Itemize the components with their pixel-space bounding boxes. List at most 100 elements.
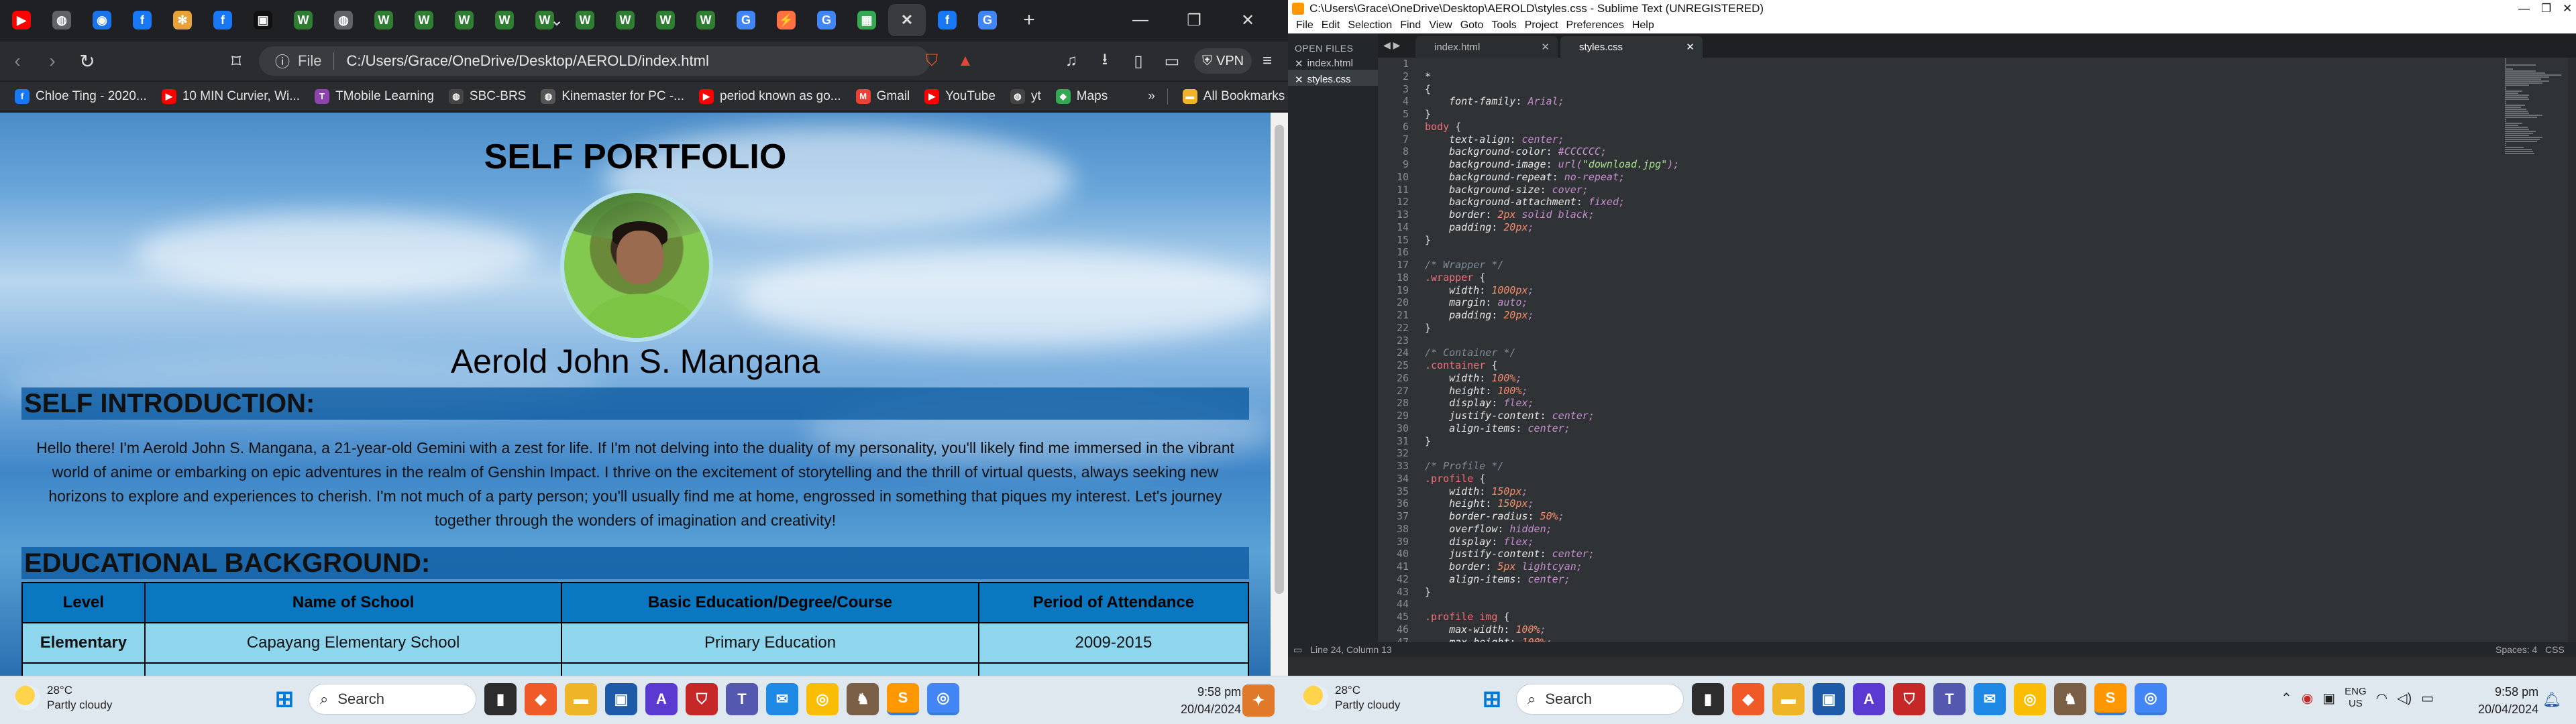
minimize-button[interactable]: —: [2518, 2, 2530, 15]
menu-item[interactable]: Edit: [1322, 19, 1340, 32]
bookmark-item[interactable]: ▶ period known as go...: [699, 88, 841, 104]
close-icon[interactable]: ✕: [1686, 41, 1695, 53]
code-line[interactable]: display: flex;: [1425, 536, 2230, 548]
code-line[interactable]: align-items: center;: [1425, 573, 2230, 586]
code-line[interactable]: background-repeat: no-repeat;: [1425, 171, 2230, 184]
code-line[interactable]: background-image: url("download.jpg");: [1425, 158, 2230, 171]
menu-item[interactable]: Project: [1525, 19, 1558, 32]
browser-tab[interactable]: ◍: [325, 4, 362, 36]
code-editor[interactable]: 1 2 3 4 5 6 7 8 9 10 11 12 13 14 15 16 17 18 19 20 21 22 23 24 2…: [1378, 58, 2576, 660]
code-line[interactable]: border: 2px solid black;: [1425, 208, 2230, 221]
chevron-up-icon[interactable]: ⌃: [2281, 690, 2292, 707]
brave-rewards-icon[interactable]: ▲: [951, 47, 979, 75]
wifi-icon[interactable]: ◠: [2376, 690, 2387, 707]
language-indicator[interactable]: ENG US: [2345, 686, 2367, 710]
code-line[interactable]: [1425, 447, 2230, 460]
code-line[interactable]: padding: 20px;: [1425, 221, 2230, 234]
restore-button[interactable]: ❐: [1167, 0, 1221, 40]
shield-app-icon[interactable]: ⛉: [1893, 683, 1925, 715]
brave-icon[interactable]: ◆: [525, 683, 557, 715]
mail-icon[interactable]: ✉: [1974, 683, 2006, 715]
minimap[interactable]: [2505, 58, 2565, 259]
code-line[interactable]: {: [1425, 83, 2230, 96]
page-scrollbar[interactable]: [1271, 113, 1288, 676]
code-line[interactable]: background-color: #CCCCCC;: [1425, 145, 2230, 158]
browser-tab[interactable]: f: [928, 4, 966, 36]
code-line[interactable]: padding: 20px;: [1425, 309, 2230, 322]
syntax-mode[interactable]: CSS: [2545, 644, 2565, 655]
browser-tab[interactable]: W: [486, 4, 523, 36]
file-explorer-icon[interactable]: ▬: [1772, 683, 1805, 715]
browser-tab[interactable]: ◍: [43, 4, 80, 36]
code-line[interactable]: .container {: [1425, 359, 2230, 372]
bookmark-item[interactable]: T TMobile Learning: [315, 88, 434, 104]
bookmark-item[interactable]: f Chloe Ting - 2020...: [15, 88, 147, 104]
sidebar-file-styles[interactable]: ✕ styles.css: [1288, 70, 1378, 86]
all-bookmarks-button[interactable]: ▬ All Bookmarks: [1182, 88, 1285, 104]
browser-tab[interactable]: W: [445, 4, 483, 36]
minimize-button[interactable]: —: [1114, 0, 1167, 40]
tab-styles-css[interactable]: styles.css ✕: [1560, 36, 1703, 58]
bookmark-item[interactable]: M Gmail: [855, 88, 910, 104]
code-line[interactable]: align-items: center;: [1425, 422, 2230, 435]
clock[interactable]: 9:58 pm 20/04/2024: [2478, 683, 2538, 718]
scrollbar-thumb[interactable]: [1275, 125, 1284, 594]
code-line[interactable]: justify-content: center;: [1425, 548, 2230, 560]
code-line[interactable]: .wrapper {: [1425, 272, 2230, 284]
volume-icon[interactable]: ◁): [2397, 690, 2412, 707]
code-line[interactable]: width: 100%;: [1425, 372, 2230, 385]
code-line[interactable]: }: [1425, 234, 2230, 247]
close-icon[interactable]: ✕: [1295, 58, 1303, 70]
close-button[interactable]: ✕: [2563, 2, 2572, 15]
code-line[interactable]: }: [1425, 586, 2230, 599]
code-line[interactable]: margin: auto;: [1425, 296, 2230, 309]
browser-tab[interactable]: W: [405, 4, 443, 36]
code-line[interactable]: width: 1000px;: [1425, 284, 2230, 297]
start-icon[interactable]: ⊞: [1476, 683, 1508, 715]
code-line[interactable]: max-width: 100%;: [1425, 623, 2230, 636]
vpn-button[interactable]: ⛨ VPN: [1194, 48, 1252, 74]
code-line[interactable]: justify-content: center;: [1425, 410, 2230, 422]
code-line[interactable]: }: [1425, 322, 2230, 335]
copilot-icon[interactable]: ✦: [1242, 684, 1275, 717]
browser-tab[interactable]: W: [687, 4, 724, 36]
browser-tab[interactable]: G: [727, 4, 765, 36]
browser-tab[interactable]: f: [204, 4, 241, 36]
menu-item[interactable]: Tools: [1491, 19, 1516, 32]
sublime-icon[interactable]: S: [887, 683, 919, 715]
info-icon[interactable]: ⓘ: [275, 50, 290, 72]
task-view-icon[interactable]: ▮: [484, 683, 517, 715]
panel-icon[interactable]: ▭: [1293, 644, 1302, 656]
code-line[interactable]: body {: [1425, 121, 2230, 133]
clock[interactable]: 9:58 pm 20/04/2024: [1181, 683, 1241, 718]
antivirus-icon[interactable]: ◉: [2302, 690, 2313, 707]
browser-tab[interactable]: G: [808, 4, 845, 36]
browser-tab[interactable]: W: [284, 4, 322, 36]
weather-widget[interactable]: 28°C Partly cloudy: [1303, 683, 1400, 713]
forward-icon[interactable]: ›: [35, 44, 70, 78]
brave-icon[interactable]: ◆: [1732, 683, 1764, 715]
browser-tab[interactable]: ▶: [3, 4, 40, 36]
start-icon[interactable]: ⊞: [268, 683, 301, 715]
new-tab-button[interactable]: +: [1013, 4, 1045, 36]
browser-tab[interactable]: W: [647, 4, 684, 36]
editor-scrollbar[interactable]: [2568, 58, 2576, 642]
battery-icon[interactable]: ▭: [2421, 690, 2434, 707]
code-line[interactable]: text-align: center;: [1425, 133, 2230, 146]
menu-item[interactable]: View: [1429, 19, 1452, 32]
brave-shield-icon[interactable]: ⛉: [918, 47, 946, 75]
code-line[interactable]: height: 150px;: [1425, 497, 2230, 510]
game-icon[interactable]: ♞: [847, 683, 879, 715]
code-line[interactable]: background-size: cover;: [1425, 184, 2230, 196]
app-tray-icon[interactable]: ▣: [2322, 690, 2335, 707]
browser-tab[interactable]: ▦: [848, 4, 885, 36]
code-line[interactable]: *: [1425, 70, 2230, 83]
browser-tab[interactable]: ✕: [888, 4, 926, 36]
bookmark-icon[interactable]: ⌑: [219, 44, 254, 78]
tab-index-html[interactable]: index.html ✕: [1415, 36, 1558, 58]
code-line[interactable]: /* Profile */: [1425, 460, 2230, 473]
tab-search-icon[interactable]: ⌄: [530, 0, 584, 40]
code-line[interactable]: [1425, 246, 2230, 259]
bookmark-item[interactable]: ◍ SBC-BRS: [448, 88, 526, 104]
menu-item[interactable]: Preferences: [1566, 19, 1624, 32]
